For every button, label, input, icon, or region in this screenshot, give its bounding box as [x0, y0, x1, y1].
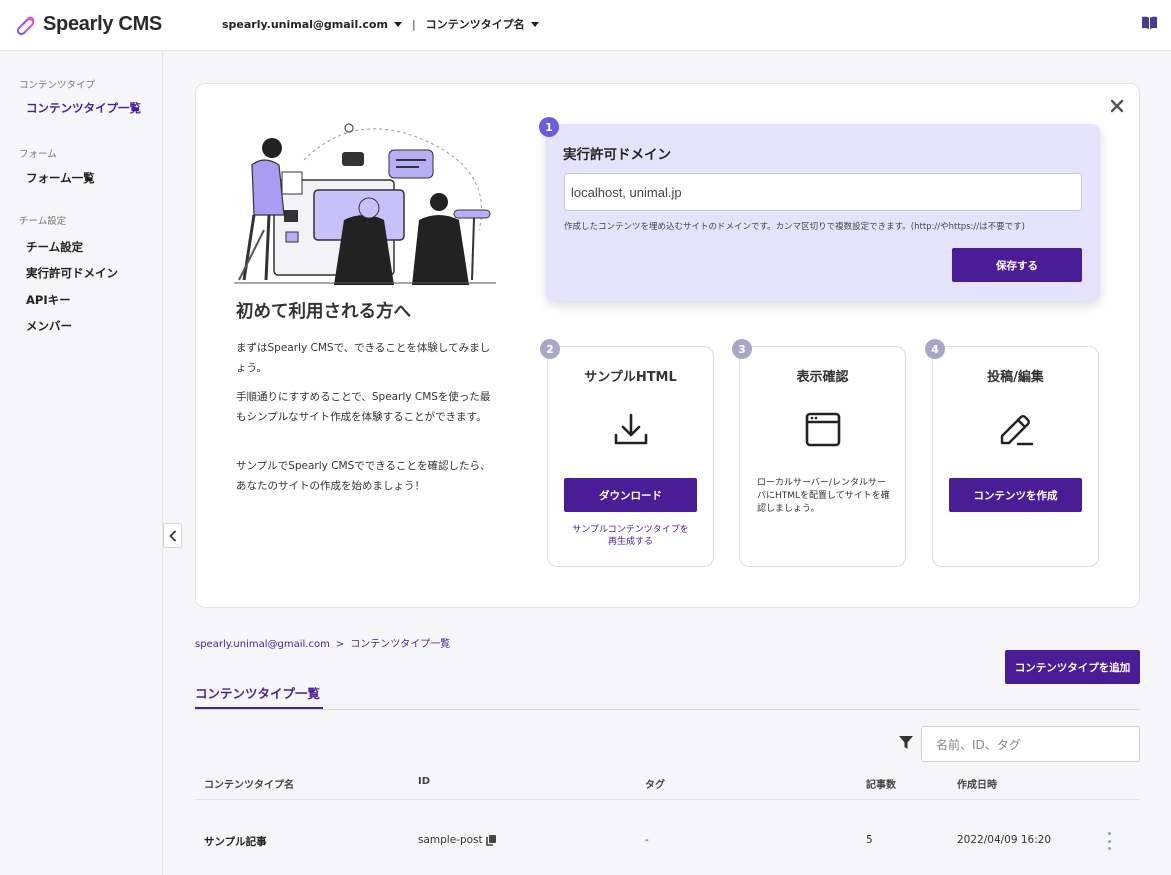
step-1-badge: 1 — [539, 117, 559, 137]
breadcrumb: spearly.unimal@gmail.com > コンテンツタイプ一覧 — [195, 635, 450, 650]
account-dropdown[interactable]: spearly.unimal@gmail.com — [222, 18, 402, 31]
column-header-post-count[interactable]: 記事数 — [866, 776, 896, 791]
allowed-domains-input[interactable]: localhost, unimal.jp — [564, 173, 1082, 211]
intro-title: 初めて利用される方へ — [236, 302, 411, 322]
top-header: Spearly CMS spearly.unimal@gmail.com | コ… — [0, 0, 1171, 51]
step-4-badge: 4 — [925, 339, 945, 359]
content-type-label: コンテンツタイプ名 — [425, 18, 525, 31]
download-button[interactable]: ダウンロード — [564, 478, 697, 512]
row-id-cell: sample-post — [418, 834, 496, 846]
menu-dot — [1107, 832, 1111, 835]
breadcrumb-separator: > — [335, 639, 345, 650]
search-input[interactable]: 名前、ID、タグ — [921, 726, 1140, 762]
pencil-icon — [1000, 415, 1034, 446]
breadcrumb-account-link[interactable]: spearly.unimal@gmail.com — [195, 639, 330, 650]
chevron-left-icon — [168, 529, 176, 542]
header-menus: spearly.unimal@gmail.com | コンテンツタイプ名 — [222, 16, 539, 32]
sidebar-item-members[interactable]: メンバー — [26, 318, 72, 334]
sidebar-item-allowed-domains[interactable]: 実行許可ドメイン — [26, 265, 118, 281]
content-type-dropdown[interactable]: コンテンツタイプ名 — [426, 16, 539, 32]
sidebar-section-team-settings: チーム設定 — [19, 216, 67, 227]
intro-paragraph-3: サンプルでSpearly CMSでできることを確認したら、あなたのサイトの作成を… — [236, 460, 491, 492]
column-header-id[interactable]: ID — [418, 776, 430, 787]
tab-divider — [195, 709, 1140, 710]
copy-icon[interactable] — [485, 834, 496, 846]
row-tags: - — [645, 834, 649, 846]
regenerate-link-line-1: サンプルコンテンツタイプを — [572, 525, 689, 535]
download-icon — [614, 413, 648, 445]
add-content-type-button[interactable]: コンテンツタイプを追加 — [1005, 650, 1140, 684]
allowed-domains-help: 作成したコンテンツを埋め込むサイトのドメインです。カンマ区切りで複数設定できます… — [564, 222, 1025, 232]
step-3-description: ローカルサーバー/レンタルサーバにHTMLを配置してサイトを確認しましょう。 — [757, 478, 890, 514]
intro-paragraph-2: 手順通りにすすめることで、Spearly CMSを使った最もシンプルなサイト作成… — [236, 391, 491, 423]
step-3-badge: 3 — [732, 339, 752, 359]
breadcrumb-current[interactable]: コンテンツタイプ一覧 — [350, 639, 450, 650]
chevron-down-icon — [393, 21, 402, 27]
filter-icon[interactable] — [899, 736, 913, 749]
sidebar-section-content-types: コンテンツタイプ — [19, 80, 96, 91]
sidebar-item-api-keys[interactable]: APIキー — [26, 292, 71, 308]
menu-dot — [1107, 847, 1111, 850]
chevron-down-icon — [530, 21, 539, 27]
account-email: spearly.unimal@gmail.com — [222, 17, 388, 31]
sidebar-item-content-type-list[interactable]: コンテンツタイプ一覧 — [26, 100, 141, 116]
spearly-logo-icon — [16, 16, 35, 36]
sidebar-section-forms: フォーム — [19, 149, 57, 160]
step-4-title: 投稿/編集 — [987, 370, 1044, 385]
active-tab-indicator — [195, 707, 323, 709]
column-header-tags[interactable]: タグ — [645, 776, 665, 791]
create-content-button[interactable]: コンテンツを作成 — [949, 478, 1082, 512]
row-created-at: 2022/04/09 16:20 — [957, 834, 1052, 846]
step-2-title: サンプルHTML — [584, 370, 677, 385]
table-header-divider — [195, 799, 1140, 800]
book-icon[interactable] — [1142, 16, 1157, 29]
browser-window-icon — [805, 412, 841, 447]
column-header-created-at[interactable]: 作成日時 — [957, 776, 997, 791]
menu-dot — [1107, 839, 1111, 843]
close-icon[interactable] — [1109, 98, 1125, 114]
regenerate-sample-link[interactable]: サンプルコンテンツタイプを 再生成する — [548, 524, 713, 548]
row-name[interactable]: サンプル記事 — [204, 834, 267, 849]
row-more-menu-icon[interactable] — [1106, 832, 1112, 850]
logo-text: Spearly CMS — [43, 12, 162, 35]
row-id: sample-post — [418, 834, 483, 846]
step-1-title: 実行許可ドメイン — [563, 147, 671, 163]
app-logo[interactable]: Spearly CMS — [14, 12, 162, 36]
sidebar-item-team-settings[interactable]: チーム設定 — [26, 239, 83, 255]
intro-paragraph-1: まずはSpearly CMSで、できることを体験してみましょう。 — [236, 342, 491, 374]
column-header-name[interactable]: コンテンツタイプ名 — [204, 776, 294, 791]
step-2-badge: 2 — [540, 339, 560, 359]
step-3-title: 表示確認 — [796, 370, 849, 385]
header-separator: | — [411, 17, 416, 31]
tab-content-type-list[interactable]: コンテンツタイプ一覧 — [195, 683, 320, 702]
regenerate-link-line-2: 再生成する — [607, 537, 653, 547]
sidebar-collapse-button[interactable] — [163, 523, 182, 548]
row-post-count: 5 — [866, 834, 873, 846]
save-button[interactable]: 保存する — [952, 248, 1082, 282]
sidebar-item-form-list[interactable]: フォーム一覧 — [26, 170, 95, 186]
onboarding-illustration — [234, 123, 496, 285]
